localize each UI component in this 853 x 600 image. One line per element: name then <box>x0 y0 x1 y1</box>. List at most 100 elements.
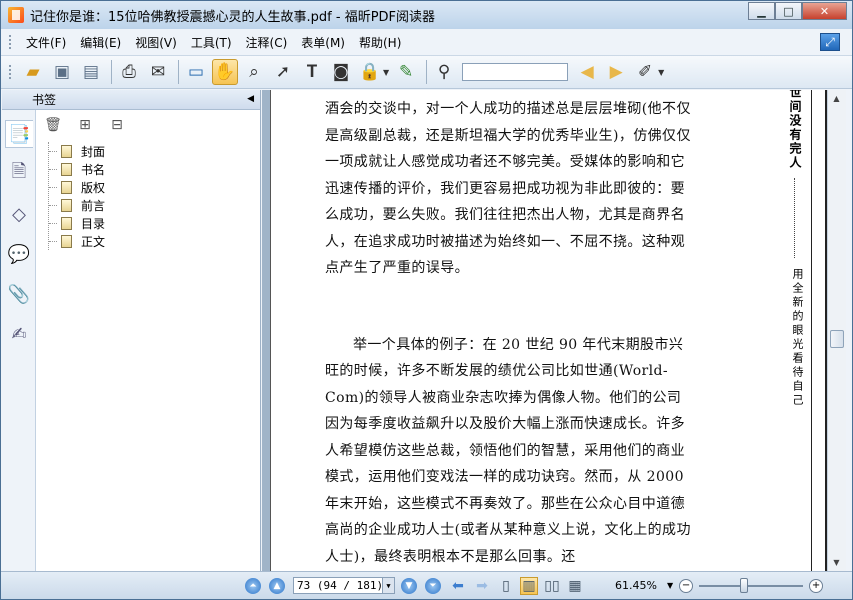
text-select-icon[interactable]: 𝐓 <box>299 59 325 85</box>
save-as-icon[interactable]: ▤ <box>78 59 104 85</box>
menu-bar: 文件(F) 编辑(E) 视图(V) 工具(T) 注释(C) 表单(M) 帮助(H… <box>1 31 852 53</box>
back-arrow-icon[interactable]: ⬅ <box>449 578 467 594</box>
bookmark-panel: 书签 ◀ 📑 🗎 ◇ 💬 📎 ✍ 🗑 ⊞ ⊟ 封面 书名 版权 前言 目录 正文 <box>2 90 261 571</box>
single-page-icon[interactable]: ▯ <box>497 577 515 595</box>
page-number-field[interactable]: 73 (94 / 181) ▼ <box>293 577 395 594</box>
bookmarks-tab-icon[interactable]: 📑 <box>5 120 33 148</box>
minimize-button[interactable]: ▁ <box>748 2 775 20</box>
layers-tab-icon[interactable]: ◇ <box>5 200 33 228</box>
snapshot-icon[interactable]: ◙ <box>328 59 354 85</box>
zoom-slider-thumb[interactable] <box>740 577 749 593</box>
select-arrow-icon[interactable]: ➚ <box>270 59 296 85</box>
forward-arrow-icon[interactable]: ➡ <box>473 578 491 594</box>
status-bar: ⏶ ▲ 73 (94 / 181) ▼ ▼ ⏷ ⬅ ➡ ▯ ▥ ▯▯ ▦ 61.… <box>1 571 852 599</box>
loupe-icon[interactable]: ⌕ <box>241 59 267 85</box>
window-controls: ▁ □ ✕ <box>748 2 847 20</box>
hand-icon[interactable]: ✋ <box>212 59 238 85</box>
bookmark-page-icon <box>61 198 72 212</box>
fullscreen-icon[interactable]: ▭ <box>183 59 209 85</box>
bookmark-tree: 封面 书名 版权 前言 目录 正文 <box>48 142 105 250</box>
signatures-tab-icon[interactable]: ✍ <box>5 320 33 348</box>
attachments-tab-icon[interactable]: 📎 <box>5 280 33 308</box>
continuous-facing-icon[interactable]: ▦ <box>566 577 584 595</box>
vertical-scrollbar[interactable]: ▲ ▼ <box>827 90 846 571</box>
document-view[interactable]: 酒会的交谈中，对一个人成功的描述总是层层堆砌(他不仅是高级副总裁，还是斯坦福大学… <box>262 90 832 571</box>
bookmark-label: 正文 <box>81 234 106 249</box>
bookmark-label: 版权 <box>81 180 106 195</box>
bookmark-tools: 🗑 ⊞ ⊟ <box>42 114 138 136</box>
close-button[interactable]: ✕ <box>802 2 847 20</box>
scroll-up-icon[interactable]: ▲ <box>828 90 845 107</box>
sign-icon[interactable]: ✎ <box>393 59 419 85</box>
add-bookmark-icon[interactable]: ⊞ <box>74 114 96 136</box>
page-dropdown-icon[interactable]: ▼ <box>382 578 394 593</box>
rms-dropdown-icon[interactable]: ▼ <box>383 68 389 77</box>
pages-tab-icon[interactable]: 🗎 <box>5 160 33 188</box>
toolbar-separator <box>178 60 179 84</box>
bookmark-item[interactable]: 前言 <box>49 196 105 214</box>
expand-icon[interactable]: ⤢ <box>820 33 840 51</box>
menu-form[interactable]: 表单(M) <box>295 34 353 51</box>
page-paragraph: 酒会的交谈中，对一个人成功的描述总是层层堆砌(他不仅是高级副总裁，还是斯坦福大学… <box>325 101 691 276</box>
open-icon[interactable]: ▰ <box>20 59 46 85</box>
bookmark-item[interactable]: 正文 <box>49 232 105 250</box>
scroll-down-icon[interactable]: ▼ <box>828 554 845 571</box>
next-page-icon[interactable]: ▼ <box>401 577 417 594</box>
next-result-icon[interactable]: ▶ <box>603 59 629 85</box>
scroll-thumb[interactable] <box>830 330 844 348</box>
add-child-bookmark-icon[interactable]: ⊟ <box>106 114 128 136</box>
zoom-level: 61.45% <box>615 579 657 592</box>
menu-file[interactable]: 文件(F) <box>20 34 74 51</box>
menu-help[interactable]: 帮助(H) <box>353 34 409 51</box>
bookmark-item[interactable]: 目录 <box>49 214 105 232</box>
bookmark-page-icon <box>61 216 72 230</box>
page-body: 酒会的交谈中，对一个人成功的描述总是层层堆砌(他不仅是高级副总裁，还是斯坦福大学… <box>325 96 691 570</box>
toolbar: ▰ ▣ ▤ ⎙ ✉ ▭ ✋ ⌕ ➚ 𝐓 ◙ 🔒 ▼ ✎ ⚲ ◀ ▶ ✐ ▼ <box>1 55 852 89</box>
highlight-dropdown-icon[interactable]: ▼ <box>658 68 664 77</box>
bookmark-item[interactable]: 书名 <box>49 160 105 178</box>
menu-comment[interactable]: 注释(C) <box>240 34 296 51</box>
comments-tab-icon[interactable]: 💬 <box>5 240 33 268</box>
bookmark-label: 封面 <box>81 144 106 159</box>
running-subtitle: 用全新的眼光看待自己 <box>791 268 804 408</box>
toolbar-separator <box>111 60 112 84</box>
last-page-icon[interactable]: ⏷ <box>425 577 441 594</box>
bookmark-label: 书名 <box>81 162 106 177</box>
app-icon <box>8 7 24 23</box>
panel-tabs: 📑 🗎 ◇ 💬 📎 ✍ <box>2 110 36 571</box>
title-bar: 记住你是谁：15位哈佛教授震撼心灵的人生故事.pdf - 福昕PDF阅读器 ▁ … <box>1 1 852 29</box>
zoom-out-icon[interactable]: − <box>679 578 694 593</box>
bookmark-page-icon <box>61 234 72 248</box>
bookmark-page-icon <box>61 180 72 194</box>
print-icon[interactable]: ⎙ <box>116 59 142 85</box>
bookmark-label: 目录 <box>81 216 106 231</box>
first-page-icon[interactable]: ⏶ <box>245 577 261 594</box>
page-rule <box>811 90 812 571</box>
delete-bookmark-icon[interactable]: 🗑 <box>42 114 64 136</box>
zoom-in-icon[interactable]: + <box>809 578 824 593</box>
highlight-icon[interactable]: ✐ <box>632 59 658 85</box>
rms-icon[interactable]: 🔒 <box>357 59 383 85</box>
save-icon[interactable]: ▣ <box>49 59 75 85</box>
maximize-button[interactable]: □ <box>775 2 802 20</box>
prev-page-icon[interactable]: ▲ <box>269 577 285 594</box>
collapse-panel-icon[interactable]: ◀ <box>247 94 254 104</box>
bookmark-item[interactable]: 版权 <box>49 178 105 196</box>
menu-view[interactable]: 视图(V) <box>129 34 185 51</box>
continuous-page-icon[interactable]: ▥ <box>520 576 538 595</box>
search-input[interactable] <box>462 63 569 81</box>
toolbar-grip <box>9 65 12 79</box>
bookmark-page-icon <box>61 144 72 158</box>
menu-edit[interactable]: 编辑(E) <box>74 34 129 51</box>
panel-header: 书签 ◀ <box>2 90 260 110</box>
prev-result-icon[interactable]: ◀ <box>574 59 600 85</box>
bookmark-item[interactable]: 封面 <box>49 142 105 160</box>
zoom-slider[interactable] <box>699 577 804 593</box>
email-icon[interactable]: ✉ <box>145 59 171 85</box>
menu-tools[interactable]: 工具(T) <box>185 34 240 51</box>
pdf-page: 酒会的交谈中，对一个人成功的描述总是层层堆砌(他不仅是高级副总裁，还是斯坦福大学… <box>270 90 830 571</box>
find-icon[interactable]: ⚲ <box>431 59 457 85</box>
facing-pages-icon[interactable]: ▯▯ <box>543 577 561 595</box>
zoom-dropdown-icon[interactable]: ▼ <box>667 581 673 590</box>
bookmark-label: 前言 <box>81 198 106 213</box>
